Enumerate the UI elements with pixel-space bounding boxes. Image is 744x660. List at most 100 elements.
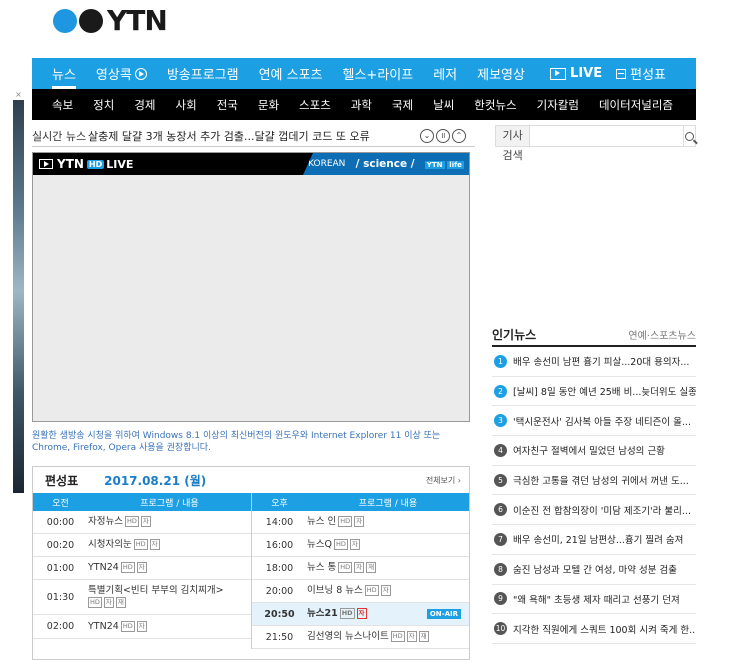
table-row[interactable]: 00:00 자정뉴스 HD 자 bbox=[33, 511, 251, 534]
subnav-weather[interactable]: 날씨 bbox=[433, 97, 454, 113]
subnav-world[interactable]: 국제 bbox=[392, 97, 413, 113]
schedule-columns: 오전 프로그램 / 내용 00:00 자정뉴스 HD 자 00:20 시청자의눈 HD… bbox=[33, 493, 469, 649]
headline: "왜 욕해" 초등생 제자 때리고 선풍기 던져 bbox=[513, 594, 680, 606]
video-screen[interactable] bbox=[33, 175, 469, 421]
hd-badge: HD bbox=[333, 539, 348, 550]
table-row[interactable]: 00:20 시청자의눈 HD 자 bbox=[33, 534, 251, 557]
hd-badge: HD bbox=[338, 562, 353, 573]
caption-badge: 자 bbox=[380, 585, 391, 596]
channel-selector: KOREAN / science / YTN life bbox=[303, 153, 469, 175]
live-button[interactable]: LIVE bbox=[550, 66, 602, 81]
ticker-headline[interactable]: 살충제 달걀 3개 농장서 추가 검출...달걀 껍데기 코드 또 오류 bbox=[88, 128, 418, 144]
table-row[interactable]: 01:00 YTN24 HD 자 bbox=[33, 557, 251, 580]
subnav-national[interactable]: 전국 bbox=[217, 97, 238, 113]
program-title: 뉴스 인 bbox=[307, 516, 337, 527]
search-button[interactable] bbox=[683, 126, 695, 146]
rank-badge: 10 bbox=[494, 622, 507, 636]
entertainment-sports-news-tab[interactable]: 연예·스포츠뉴스 bbox=[628, 327, 696, 342]
logo-black-dot bbox=[79, 9, 103, 33]
sub-navigation: 속보 정치 경제 사회 전국 문화 스포츠 과학 국제 날씨 한컷뉴스 기자칼럼… bbox=[32, 89, 696, 120]
subnav-sports[interactable]: 스포츠 bbox=[299, 97, 331, 113]
popular-news-title[interactable]: 인기뉴스 bbox=[492, 326, 536, 343]
subnav-economy[interactable]: 경제 bbox=[134, 97, 155, 113]
side-banner-ad[interactable]: × bbox=[13, 89, 24, 493]
table-row[interactable]: 14:00 뉴스 인 HD 자 bbox=[252, 511, 469, 534]
subnav-science[interactable]: 과학 bbox=[351, 97, 372, 113]
subnav-culture[interactable]: 문화 bbox=[258, 97, 279, 113]
channel-korean[interactable]: KOREAN bbox=[308, 159, 345, 169]
rank-badge: 2 bbox=[494, 384, 507, 398]
nav-item-entertainment-sports[interactable]: 연예 스포츠 bbox=[259, 58, 323, 89]
table-row[interactable]: 02:00 YTN24 HD 자 bbox=[33, 615, 251, 639]
nav-item-report-video[interactable]: 제보영상 bbox=[477, 58, 525, 89]
list-item[interactable]: 1 배우 송선미 남편 흉기 피살...20대 용의자... bbox=[492, 347, 696, 377]
list-item[interactable]: 6 이순진 전 합참의장이 '미담 제조기'라 불리... bbox=[492, 495, 696, 526]
row-time: 00:20 bbox=[46, 539, 75, 551]
table-row[interactable]: 16:00 뉴스Q HD 자 bbox=[252, 534, 469, 557]
pause-icon[interactable]: ॥ bbox=[436, 128, 450, 143]
list-item[interactable]: 4 여자친구 절벽에서 밀었던 남성의 근황 bbox=[492, 436, 696, 466]
table-row-on-air[interactable]: 20:50 뉴스21 HD 자 ON-AIR bbox=[252, 603, 469, 626]
subnav-one-cut-news[interactable]: 한컷뉴스 bbox=[474, 97, 516, 113]
rank-badge: 4 bbox=[494, 443, 507, 457]
list-item[interactable]: 3 '택시운전사' 김사복 아들 주장 네티즌이 올... bbox=[492, 406, 696, 437]
subnav-columns[interactable]: 기자칼럼 bbox=[537, 97, 579, 113]
list-item[interactable]: 2 [날씨] 8일 동안 예년 25배 비...늦더위도 실종 bbox=[492, 377, 696, 407]
channel-science[interactable]: / science / bbox=[356, 158, 415, 170]
table-row[interactable]: 01:30 특별기획<빈티 부부의 김치찌개> HD 자 재 bbox=[33, 580, 251, 615]
subnav-politics[interactable]: 정치 bbox=[93, 97, 114, 113]
list-item[interactable]: 10 지각한 직원에게 스쿼트 100회 시켜 죽게 한... bbox=[492, 614, 696, 644]
schedule-am-header: 오전 프로그램 / 내용 bbox=[33, 493, 251, 511]
nav-item-programs[interactable]: 방송프로그램 bbox=[167, 58, 239, 89]
channel-life[interactable]: YTN life bbox=[424, 160, 464, 169]
schedule-title: 편성표 bbox=[45, 473, 79, 488]
table-row[interactable]: 18:00 뉴스 통 HD 자 재 bbox=[252, 557, 469, 580]
subnav-breaking[interactable]: 속보 bbox=[52, 97, 73, 113]
nav-item-video-label: 영상콕 bbox=[95, 68, 132, 83]
search-input[interactable] bbox=[530, 126, 684, 146]
nav-item-news[interactable]: 뉴스 bbox=[52, 58, 76, 89]
schedule-view-all-link[interactable]: 전체보기 › bbox=[426, 475, 461, 486]
row-program: YTN24 HD 자 bbox=[88, 562, 251, 574]
chevron-up-icon[interactable]: ⌃ bbox=[452, 128, 466, 143]
caption-badge: 자 bbox=[149, 539, 160, 550]
caption-badge: 자 bbox=[136, 562, 147, 573]
row-program: 시청자의눈 HD 자 bbox=[88, 539, 251, 551]
table-row[interactable]: 21:50 김선영의 뉴스나이트 HD 자 재 bbox=[252, 626, 469, 649]
player-brand: YTN HD LIVE bbox=[39, 157, 133, 171]
close-icon[interactable]: × bbox=[13, 89, 24, 100]
headline: 극심한 고통을 겪던 남성의 귀에서 꺼낸 도... bbox=[513, 476, 689, 488]
subnav-society[interactable]: 사회 bbox=[176, 97, 197, 113]
list-item[interactable]: 5 극심한 고통을 겪던 남성의 귀에서 꺼낸 도... bbox=[492, 466, 696, 496]
schedule-button[interactable]: 편성표 bbox=[616, 64, 666, 83]
table-row[interactable]: 20:00 이브닝 8 뉴스 HD 자 bbox=[252, 580, 469, 603]
hd-badge: HD bbox=[133, 539, 148, 550]
program-schedule: 편성표 2017.08.21 (월) 전체보기 › 오전 프로그램 / 내용 0… bbox=[32, 466, 470, 660]
headline: 숨진 남성과 모텔 간 여성, 마약 성분 검출 bbox=[513, 565, 677, 577]
list-item[interactable]: 8 숨진 남성과 모텔 간 여성, 마약 성분 검출 bbox=[492, 555, 696, 585]
hd-badge: HD bbox=[339, 608, 355, 619]
rank-badge: 5 bbox=[494, 473, 507, 487]
chevron-down-icon[interactable]: ⌄ bbox=[420, 128, 434, 143]
nav-item-video[interactable]: 영상콕 bbox=[96, 58, 147, 89]
row-time: 01:00 bbox=[46, 562, 75, 574]
row-program: 자정뉴스 HD 자 bbox=[88, 516, 251, 528]
main-navigation: 뉴스 영상콕 방송프로그램 연예 스포츠 헬스+라이프 레저 제보영상 LIVE… bbox=[32, 58, 696, 89]
calendar-icon bbox=[616, 68, 627, 79]
program-title: 뉴스21 bbox=[307, 608, 338, 619]
row-program: 뉴스 인 HD 자 bbox=[307, 516, 469, 528]
nav-item-health-life[interactable]: 헬스+라이프 bbox=[343, 58, 414, 89]
row-time: 16:00 bbox=[265, 539, 294, 551]
caption-badge: 자 bbox=[354, 516, 365, 527]
headline: 여자친구 절벽에서 밀었던 남성의 근황 bbox=[513, 446, 665, 458]
headline: [날씨] 8일 동안 예년 25배 비...늦더위도 실종 bbox=[513, 387, 696, 399]
article-search: 기사 검색 bbox=[495, 125, 696, 162]
player-brand-text: YTN bbox=[57, 157, 84, 171]
subnav-data-journalism[interactable]: 데이터저널리즘 bbox=[599, 97, 673, 113]
list-item[interactable]: 9 "왜 욕해" 초등생 제자 때리고 선풍기 던져 bbox=[492, 585, 696, 615]
nav-item-leisure[interactable]: 레저 bbox=[433, 58, 457, 89]
row-program: 김선영의 뉴스나이트 HD 자 재 bbox=[307, 631, 469, 643]
caption-badge: 자 bbox=[354, 562, 365, 573]
list-item[interactable]: 7 배우 송선미, 21일 남편상...흉기 찔려 숨져 bbox=[492, 525, 696, 555]
ytn-logo[interactable]: YTN bbox=[53, 6, 168, 36]
